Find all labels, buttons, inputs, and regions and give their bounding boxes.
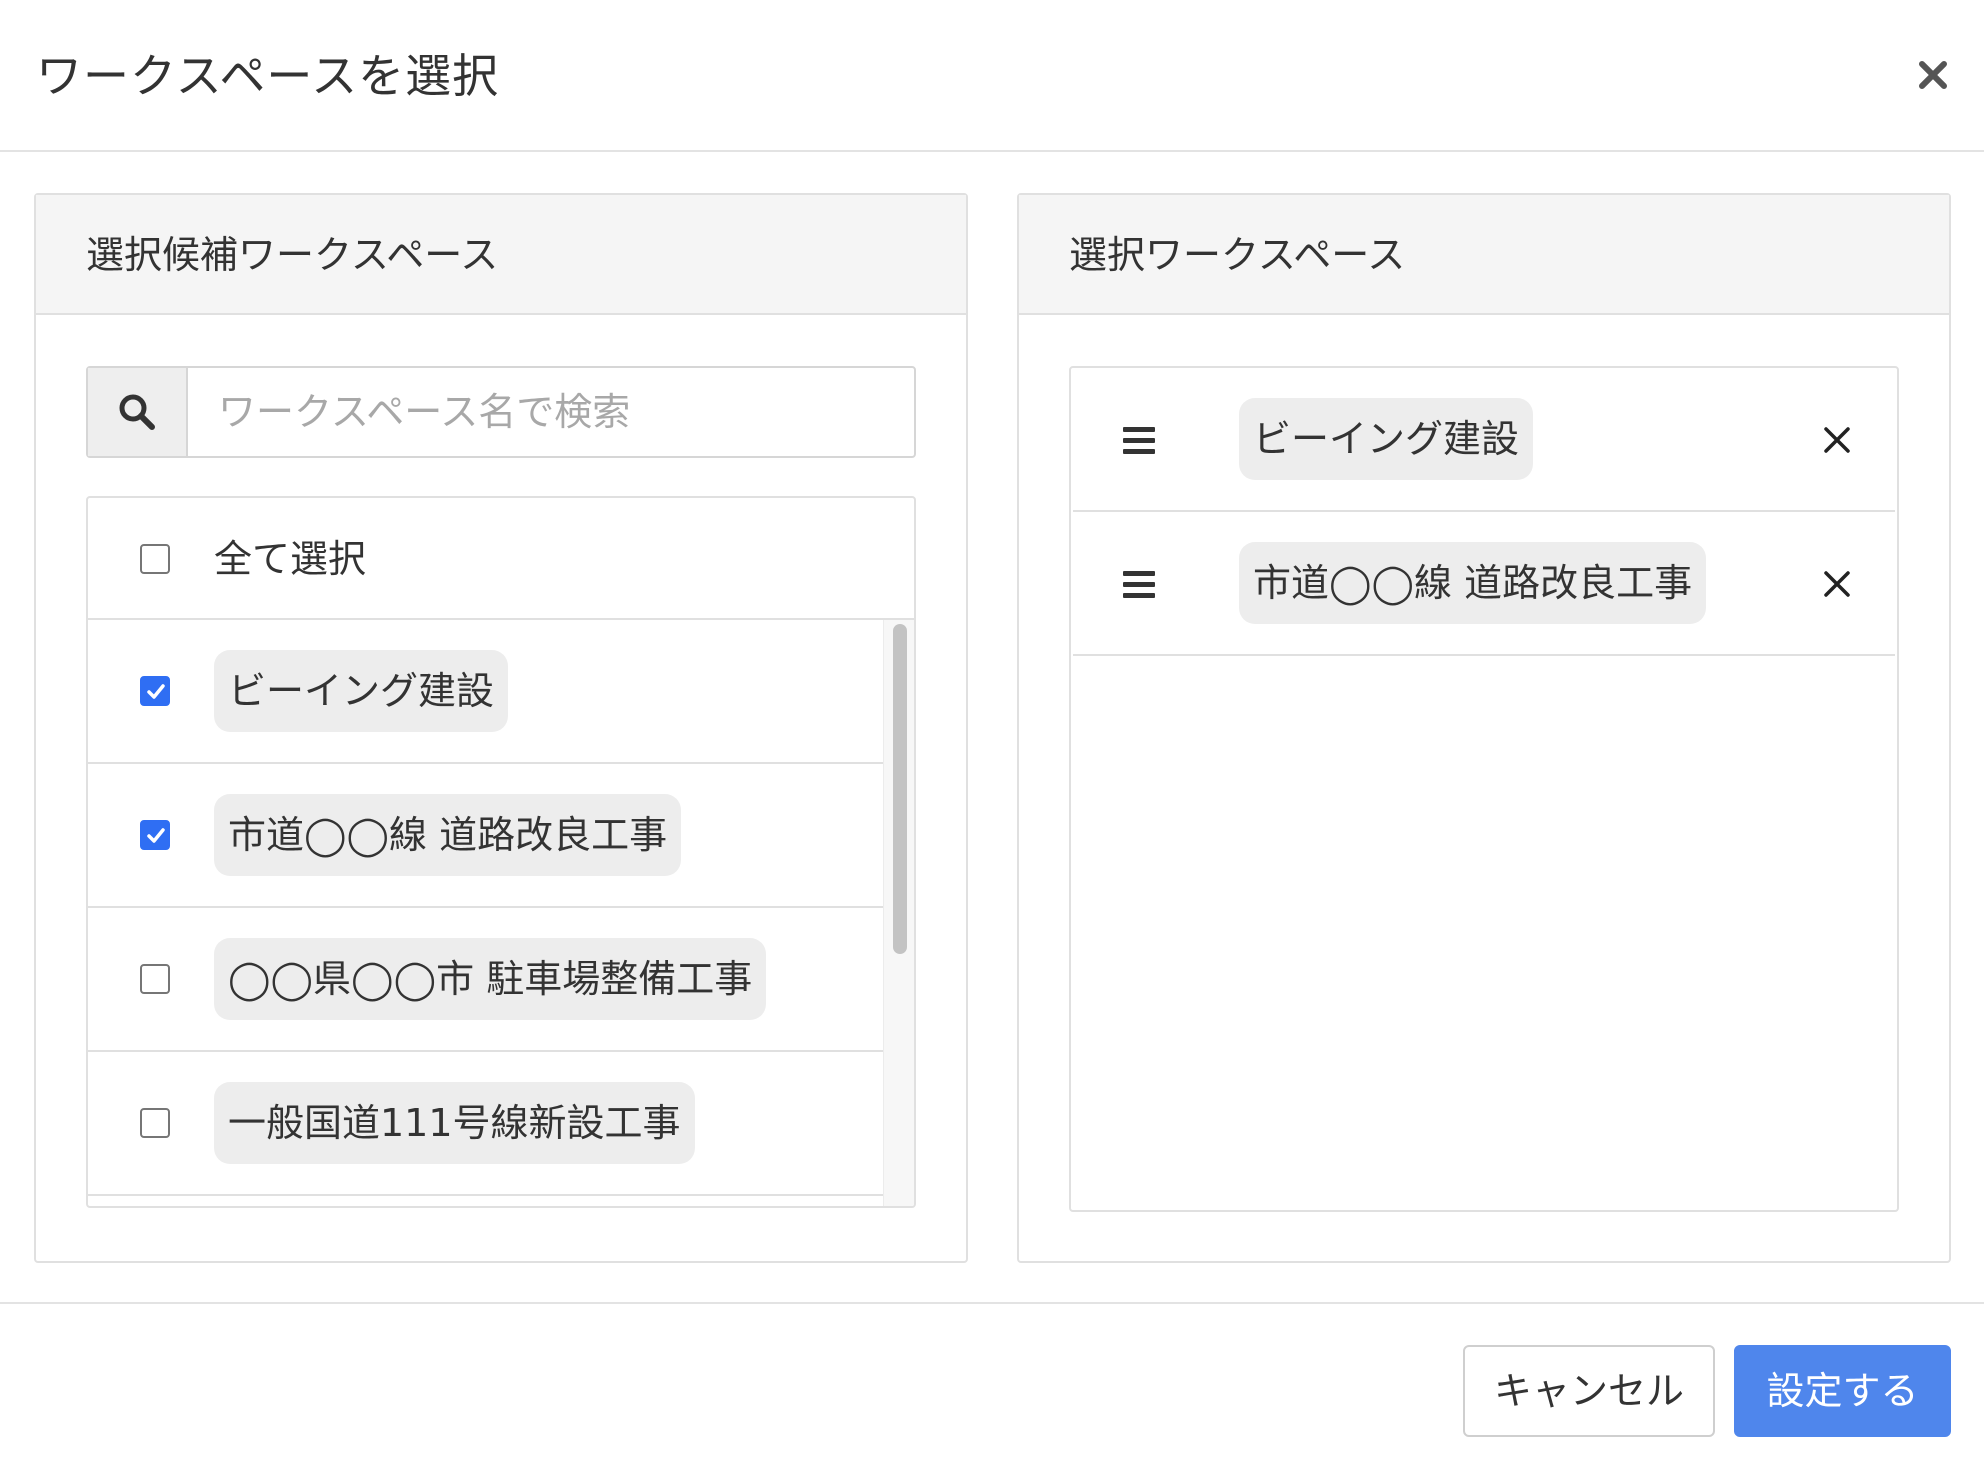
item-checkbox[interactable]	[140, 1108, 170, 1138]
workspace-chip: ビーイング建設	[1239, 398, 1534, 480]
list-item[interactable]: ◯◯県◯◯市 駐車場整備工事	[88, 908, 883, 1052]
search-input[interactable]	[188, 368, 914, 456]
cancel-button[interactable]: キャンセル	[1463, 1345, 1715, 1437]
candidate-items: ビーイング建設 市道◯◯線 道路改良工事 ◯◯県◯◯市 駐車場整備工事 一般国道…	[88, 620, 914, 1206]
close-button[interactable]	[1906, 48, 1960, 102]
scrollbar-thumb[interactable]	[893, 624, 907, 954]
list-item[interactable]: 市道◯◯線 道路改良工事	[88, 764, 883, 908]
workspace-select-modal: ワークスペースを選択 選択候補ワークスペース 全て選択	[0, 0, 1984, 1472]
selected-item: ビーイング建設	[1073, 368, 1895, 512]
list-item[interactable]: 一般国道111号線新設工事	[88, 1052, 883, 1196]
item-checkbox[interactable]	[140, 676, 170, 706]
submit-button[interactable]: 設定する	[1734, 1345, 1951, 1437]
selected-panel: 選択ワークスペース ビーイング建設 市道◯◯線 道路改良工事	[1017, 193, 1951, 1263]
footer-divider	[0, 1302, 1984, 1304]
search-addon	[88, 368, 188, 456]
item-checkbox[interactable]	[140, 820, 170, 850]
check-icon	[147, 684, 165, 699]
search-group	[86, 366, 916, 458]
workspace-chip: ビーイング建設	[214, 650, 509, 732]
selected-item: 市道◯◯線 道路改良工事	[1073, 512, 1895, 656]
select-all-label: 全て選択	[214, 537, 367, 581]
drag-handle-icon[interactable]	[1121, 422, 1157, 458]
workspace-chip: 市道◯◯線 道路改良工事	[214, 794, 682, 876]
workspace-chip: ◯◯県◯◯市 駐車場整備工事	[214, 938, 767, 1020]
remove-icon[interactable]	[1821, 568, 1853, 600]
drag-handle-icon[interactable]	[1121, 566, 1157, 602]
selected-panel-title: 選択ワークスペース	[1069, 233, 1406, 277]
modal-header: ワークスペースを選択	[0, 0, 1984, 152]
select-all-checkbox[interactable]	[140, 544, 170, 574]
list-item[interactable]: ビーイング建設	[88, 620, 883, 764]
scrollbar-track[interactable]	[883, 620, 914, 1206]
remove-icon[interactable]	[1821, 424, 1853, 456]
workspace-chip: 市道◯◯線 道路改良工事	[1239, 542, 1707, 624]
close-icon	[1919, 61, 1947, 89]
candidate-panel-title: 選択候補ワークスペース	[86, 233, 499, 277]
check-icon	[147, 828, 165, 843]
selected-list: ビーイング建設 市道◯◯線 道路改良工事	[1069, 366, 1899, 1212]
candidate-panel-header: 選択候補ワークスペース	[36, 195, 966, 315]
candidate-list: 全て選択 ビーイング建設 市道◯◯線 道路改良工事 ◯◯県◯◯市 駐車場整備工事…	[86, 496, 916, 1208]
item-checkbox[interactable]	[140, 964, 170, 994]
search-icon	[119, 394, 155, 430]
candidate-panel: 選択候補ワークスペース 全て選択	[34, 193, 968, 1263]
workspace-chip: 一般国道111号線新設工事	[214, 1082, 695, 1164]
modal-title: ワークスペースを選択	[36, 49, 500, 103]
select-all-row[interactable]: 全て選択	[88, 498, 914, 620]
selected-panel-header: 選択ワークスペース	[1019, 195, 1949, 315]
